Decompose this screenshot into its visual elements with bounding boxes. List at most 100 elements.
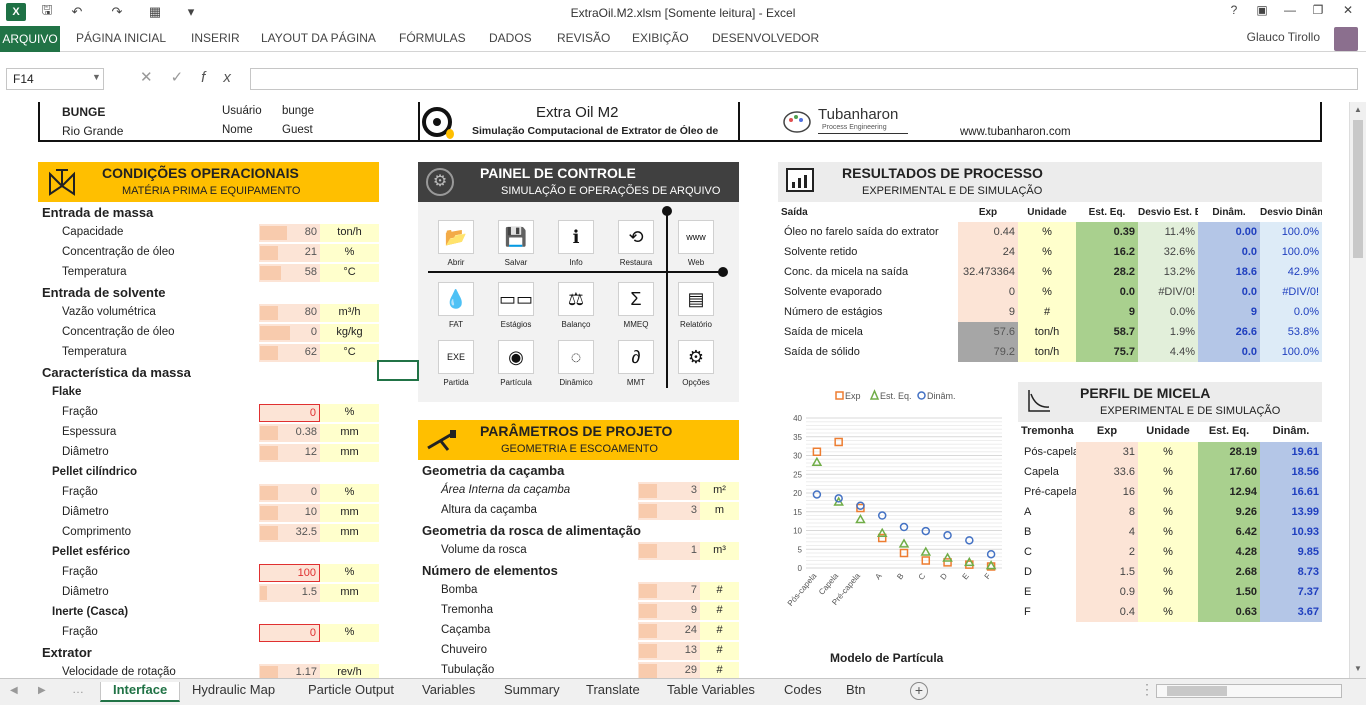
add-sheet-button[interactable]: + [910, 682, 928, 700]
panel-button-opções[interactable]: ⚙ Opções [676, 340, 716, 387]
param-field-input[interactable]: 3 [638, 482, 700, 500]
param-field-input[interactable]: 29 [638, 662, 700, 678]
panel-button-estágios[interactable]: ▭▭ Estágios [496, 282, 536, 329]
panel-button-info[interactable]: ℹ Info [556, 220, 596, 267]
cond-field-input[interactable]: 0 [259, 324, 320, 342]
panel-button-fat[interactable]: 💧 FAT [436, 282, 476, 329]
sheet-tab-hydraulic-map[interactable]: Hydraulic Map [180, 682, 287, 702]
tab-view[interactable]: EXIBIÇÃO [632, 31, 689, 45]
results-cell: 18.6 [1198, 262, 1260, 282]
cond-field-input[interactable]: 0 [259, 484, 320, 502]
cond-field-input[interactable]: 32.5 [259, 524, 320, 542]
sheet-tab-interface[interactable]: Interface [100, 682, 181, 702]
website-link[interactable]: www.tubanharon.com [960, 126, 1071, 138]
param-field-input[interactable]: 1 [638, 542, 700, 560]
fx-icon[interactable]: fx [201, 69, 249, 86]
param-field-input[interactable]: 7 [638, 582, 700, 600]
panel-button-partícula[interactable]: ◉ Partícula [496, 340, 536, 387]
cond-field-input[interactable]: 80 [259, 224, 320, 242]
tab-developer[interactable]: DESENVOLVEDOR [712, 31, 819, 45]
tab-formulas[interactable]: FÓRMULAS [399, 31, 466, 45]
next-sheet-icon[interactable]: ▶ [38, 685, 46, 696]
sheet-tab-btn[interactable]: Btn [834, 682, 878, 702]
panel-button-label: Balanço [561, 320, 591, 329]
formula-bar: F14 ▼ ✕✓fx [0, 62, 1366, 96]
cond-field-unit: °C [320, 344, 379, 362]
sheet-tab-summary[interactable]: Summary [492, 682, 572, 702]
selected-cell[interactable] [377, 360, 419, 381]
tab-split-icon[interactable]: ⋮ [1140, 681, 1154, 698]
more-sheets-icon[interactable]: … [72, 682, 84, 696]
cond-field-unit: mm [320, 444, 379, 462]
scroll-up-icon[interactable]: ▲ [1354, 105, 1362, 114]
micela-cell: 9.26 [1198, 502, 1260, 522]
scroll-down-icon[interactable]: ▼ [1354, 664, 1362, 673]
panel-button-salvar[interactable]: 💾 Salvar [496, 220, 536, 267]
minimize-button[interactable]: — [1278, 3, 1302, 21]
results-cell: 24 [958, 242, 1018, 262]
tab-insert[interactable]: INSERIR [191, 31, 240, 45]
restore-button[interactable]: ❐ [1306, 3, 1330, 21]
panel-button-restaura[interactable]: ⟲ Restaura [616, 220, 656, 267]
param-field-input[interactable]: 13 [638, 642, 700, 660]
cond-field-unit: rev/h [320, 664, 379, 678]
avatar[interactable] [1334, 27, 1358, 51]
chevron-down-icon[interactable]: ▼ [92, 72, 101, 82]
panel-button-mmt[interactable]: ∂ MMT [616, 340, 656, 387]
tab-data[interactable]: DADOS [489, 31, 532, 45]
legend-marker [917, 391, 926, 400]
micela-chart[interactable]: 0 5 10 15 20 25 30 35 40 Pós-capela Capela Pré-cape… [778, 380, 1008, 630]
micela-col-header: Tremonha [1021, 425, 1074, 437]
scroll-thumb[interactable] [1353, 120, 1363, 258]
cond-field-input[interactable]: 62 [259, 344, 320, 362]
cancel-icon[interactable]: ✕ [140, 69, 171, 86]
formula-input[interactable] [250, 68, 1358, 90]
panel-button-dinâmico[interactable]: ◌ Dinâmico [556, 340, 596, 387]
sheet-tab-codes[interactable]: Codes [772, 682, 834, 702]
panel-button-web[interactable]: www Web [676, 220, 716, 267]
cond-field-input[interactable]: 10 [259, 504, 320, 522]
param-field-input[interactable]: 9 [638, 602, 700, 620]
panel-button-balanço[interactable]: ⚖ Balanço [556, 282, 596, 329]
tab-page-layout[interactable]: LAYOUT DA PÁGINA [261, 31, 376, 45]
ribbon-display-icon[interactable]: ▣ [1250, 3, 1274, 21]
param-field-input[interactable]: 3 [638, 502, 700, 520]
sheet-tab-variables[interactable]: Variables [410, 682, 487, 702]
panel-button-mmeq[interactable]: Σ MMEQ [616, 282, 656, 329]
cond-field-input[interactable]: 58 [259, 264, 320, 282]
cond-field-input[interactable]: 0.38 [259, 424, 320, 442]
help-button[interactable]: ? [1222, 3, 1246, 21]
prev-sheet-icon[interactable]: ◀ [10, 685, 18, 696]
panel-button-partida[interactable]: EXE Partida [436, 340, 476, 387]
enter-icon[interactable]: ✓ [171, 69, 202, 86]
results-subtitle: EXPERIMENTAL E DE SIMULAÇÃO [862, 185, 1043, 197]
cond-field-input[interactable]: 100 [259, 564, 320, 582]
x-tick-label: B [895, 572, 905, 582]
cond-field-input[interactable]: 1.5 [259, 584, 320, 602]
cond-field-input[interactable]: 1.17 [259, 664, 320, 678]
panel-button-relatório[interactable]: ▤ Relatório [676, 282, 716, 329]
cond-field-input[interactable]: 0 [259, 404, 320, 422]
name-box[interactable]: F14 [6, 68, 104, 90]
cond-field-input[interactable]: 80 [259, 304, 320, 322]
cond-field-input[interactable]: 0 [259, 624, 320, 642]
tab-review[interactable]: REVISÃO [557, 31, 610, 45]
vertical-scrollbar[interactable]: ▲ ▼ [1349, 102, 1366, 678]
horizontal-scrollbar[interactable] [1156, 684, 1342, 698]
cond-field-input[interactable]: 21 [259, 244, 320, 262]
sheet-tab-table-variables[interactable]: Table Variables [655, 682, 767, 702]
sheet-tab-particle-output[interactable]: Particle Output [296, 682, 406, 702]
tab-file[interactable]: ARQUIVO [0, 26, 60, 52]
panel-axis-dot [718, 267, 728, 277]
worksheet[interactable]: BUNGE Rio Grande Usuário bunge Nome Gues… [0, 102, 1350, 678]
results-cell: 1.9% [1138, 322, 1198, 342]
panel-button-abrir[interactable]: 📂 Abrir [436, 220, 476, 267]
cond-field-input[interactable]: 12 [259, 444, 320, 462]
user-name[interactable]: Glauco Tirollo [1247, 30, 1320, 44]
sheet-tab-translate[interactable]: Translate [574, 682, 652, 702]
tab-home[interactable]: PÁGINA INICIAL [76, 31, 166, 45]
close-button[interactable]: ✕ [1336, 3, 1360, 21]
param-field-input[interactable]: 24 [638, 622, 700, 640]
input-level-bar [260, 226, 287, 240]
h-scroll-thumb[interactable] [1167, 686, 1227, 696]
